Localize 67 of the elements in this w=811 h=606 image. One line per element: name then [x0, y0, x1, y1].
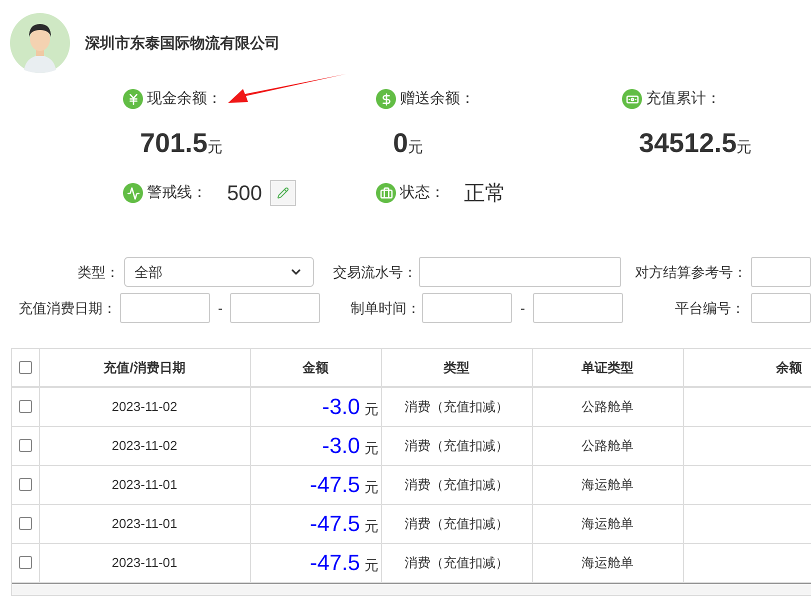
row-checkbox[interactable]	[18, 556, 32, 569]
type-cell: 消费（充值扣减）	[404, 438, 508, 453]
column-header: 充值/消费日期	[104, 360, 186, 375]
amount-cell: -47.5 元	[310, 479, 378, 496]
column-header: 单证类型	[582, 360, 634, 375]
stat-value: 0元	[392, 127, 424, 160]
amount-cell: -3.0 元	[322, 401, 378, 418]
stat-label: 赠送余额：	[400, 88, 475, 109]
date-start-input[interactable]	[120, 293, 210, 323]
column-header: 余额	[776, 360, 802, 375]
date-separator: -	[216, 298, 224, 318]
edit-button[interactable]	[270, 180, 296, 206]
status-value: 正常	[464, 180, 506, 206]
row-checkbox[interactable]	[18, 517, 32, 530]
dollar-icon	[376, 89, 396, 109]
date-cell: 2023-11-02	[112, 399, 178, 414]
document-type-cell: 公路舱单	[582, 438, 634, 453]
row-checkbox[interactable]	[18, 439, 32, 452]
type-cell: 消费（充值扣减）	[404, 554, 508, 570]
horizontal-scrollbar[interactable]	[12, 582, 811, 594]
platform-label: 平台编号：	[674, 298, 745, 318]
row-checkbox[interactable]	[18, 400, 32, 414]
select-all-checkbox[interactable]	[18, 361, 32, 374]
column-header: 类型	[444, 360, 470, 375]
company-name: 深圳市东泰国际物流有限公司	[85, 32, 280, 54]
created-end-input[interactable]	[533, 293, 624, 323]
pencil-icon	[277, 187, 290, 200]
type-cell: 消费（充值扣减）	[404, 516, 508, 531]
reference-label: 对方结算参考号：	[634, 262, 748, 282]
yen-icon	[123, 89, 143, 109]
type-cell: 消费（充值扣减）	[404, 399, 508, 414]
document-type-cell: 海运舱单	[582, 476, 634, 492]
date-end-input[interactable]	[230, 293, 320, 323]
document-type-cell: 公路舱单	[582, 399, 634, 414]
document-type-cell: 海运舱单	[582, 554, 634, 570]
date-label: 充值消费日期：	[17, 298, 116, 318]
warning-line-label: 警戒线：	[147, 183, 208, 203]
amount-cell: -47.5 元	[310, 557, 378, 574]
type-select[interactable]: 全部	[124, 257, 314, 287]
column-header: 金额	[302, 360, 328, 375]
created-start-input[interactable]	[422, 293, 512, 323]
warning-line-value: 500	[227, 180, 262, 206]
briefcase-icon	[376, 183, 396, 204]
status-label: 状态：	[400, 183, 446, 203]
stat-label: 充值累计：	[646, 88, 721, 109]
date-cell: 2023-11-01	[112, 476, 178, 492]
reference-input[interactable]	[751, 257, 811, 287]
date-cell: 2023-11-02	[112, 438, 178, 453]
type-cell: 消费（充值扣减）	[404, 476, 508, 492]
type-label: 类型：	[76, 262, 120, 282]
amount-cell: -3.0 元	[322, 440, 378, 457]
platform-input[interactable]	[750, 293, 811, 323]
banknote-icon	[622, 89, 642, 109]
document-type-cell: 海运舱单	[582, 516, 634, 531]
serial-label: 交易流水号：	[332, 262, 417, 282]
stat-value: 34512.5元	[638, 127, 753, 160]
date-cell: 2023-11-01	[112, 516, 178, 531]
created-separator: -	[519, 298, 526, 318]
stat-label: 现金余额：	[147, 88, 222, 109]
date-cell: 2023-11-01	[112, 554, 178, 570]
serial-input[interactable]	[418, 257, 621, 287]
created-label: 制单时间：	[349, 298, 420, 318]
amount-cell: -47.5 元	[310, 518, 378, 535]
row-checkbox[interactable]	[18, 478, 32, 491]
stat-value: 701.5元	[139, 127, 224, 160]
pulse-icon	[123, 183, 143, 204]
avatar	[10, 13, 70, 73]
